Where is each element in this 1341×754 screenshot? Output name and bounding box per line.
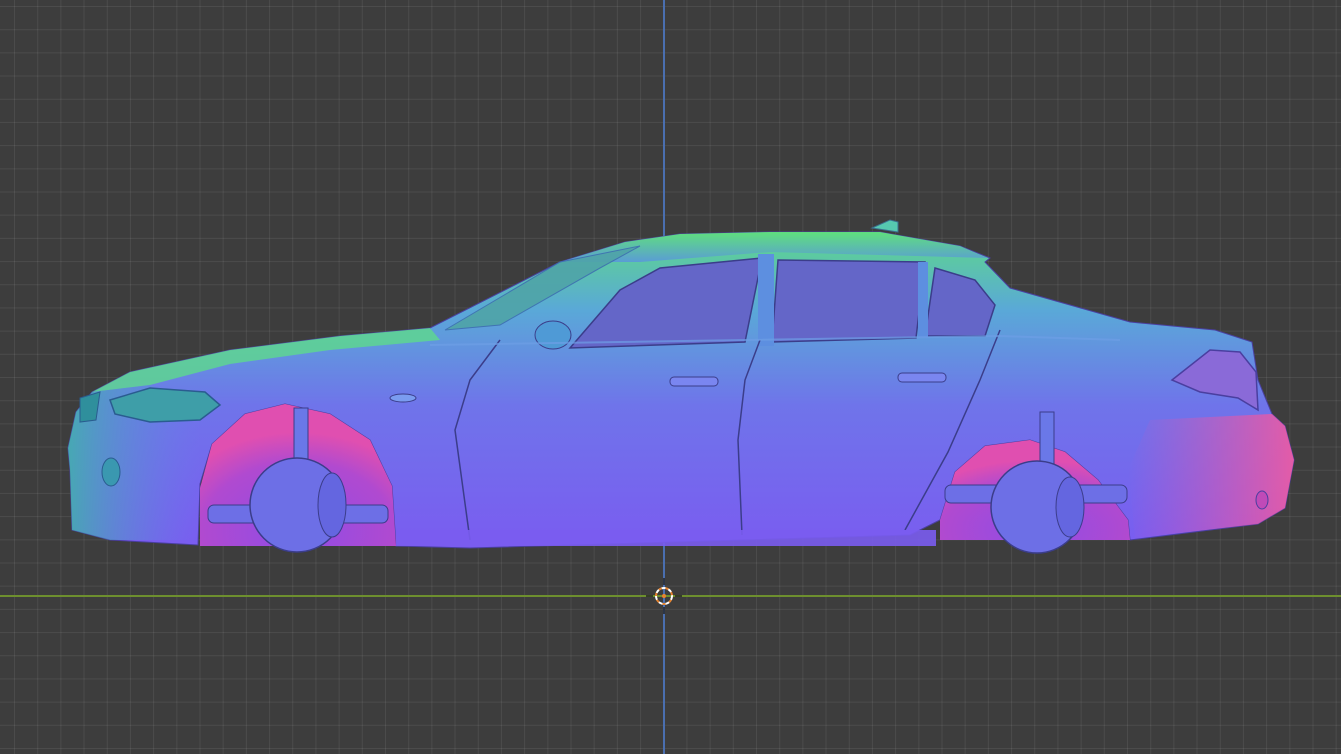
- car-model[interactable]: [0, 0, 1341, 754]
- front-brake-disc: [317, 472, 347, 538]
- b-pillar: [758, 254, 774, 346]
- rear-brake-disc: [1055, 476, 1085, 538]
- front-door-handle: [669, 376, 719, 387]
- exhaust-tip: [1255, 490, 1269, 510]
- side-marker: [389, 393, 417, 403]
- roof-antenna: [870, 219, 899, 233]
- fog-light: [101, 457, 121, 487]
- rear-fascia: [1128, 414, 1294, 538]
- 3d-viewport[interactable]: [0, 0, 1341, 754]
- rear-side-window: [771, 259, 926, 343]
- side-mirror: [534, 320, 572, 350]
- 3d-cursor-icon[interactable]: [644, 576, 684, 616]
- c-pillar: [918, 262, 928, 338]
- rocker-panel: [396, 530, 936, 546]
- rear-door-handle: [897, 372, 947, 383]
